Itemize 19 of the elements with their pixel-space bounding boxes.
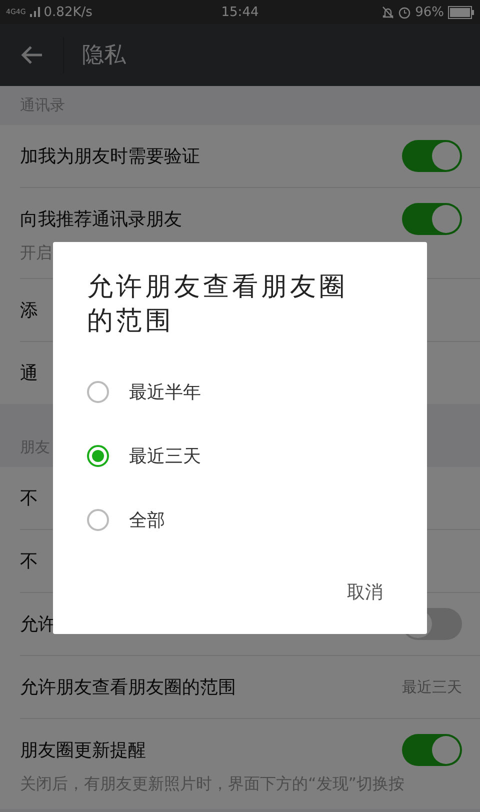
setting-label[interactable]: 向我推荐通讯录朋友	[20, 207, 182, 231]
setting-label[interactable]: 不	[20, 486, 38, 510]
radio-option[interactable]: 全部	[87, 488, 393, 552]
cancel-button[interactable]: 取消	[337, 572, 393, 612]
setting-label[interactable]: 朋友圈更新提醒	[20, 738, 146, 762]
setting-label[interactable]: 通	[20, 361, 38, 385]
clock: 15:44	[221, 4, 259, 20]
setting-label[interactable]: 加我为朋友时需要验证	[20, 144, 200, 168]
radio-option[interactable]: 最近三天	[87, 424, 393, 488]
setting-value: 最近三天	[402, 678, 462, 696]
setting-label[interactable]: 不	[20, 549, 38, 573]
setting-label[interactable]: 允许朋友查看朋友圈的范围	[20, 675, 236, 699]
network-speed: 0.82K/s	[44, 4, 92, 20]
dialog-title: 允许朋友查看朋友圈的范围	[87, 271, 349, 338]
page-title: 隐私	[82, 42, 126, 70]
radio-option[interactable]: 最近半年	[87, 360, 393, 424]
setting-label[interactable]: 添	[20, 298, 38, 322]
battery-level: 96%	[415, 4, 444, 20]
setting-label[interactable]: 允许	[20, 612, 56, 636]
